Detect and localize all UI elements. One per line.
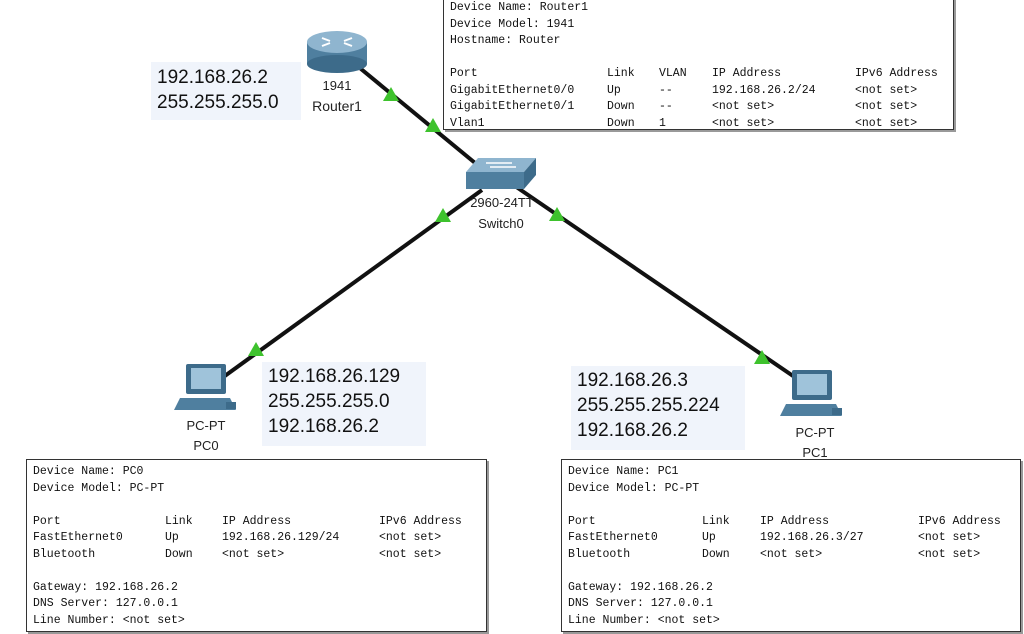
router-info-popup: Device Name: Router1 Device Model: 1941 …	[443, 0, 954, 130]
router-mask: 255.255.255.0	[157, 92, 279, 113]
popup-line-number: Line Number: <not set>	[568, 613, 720, 627]
popup-table-row: GigabitEthernet0/0 Up -- 192.168.26.2/24…	[450, 83, 918, 97]
popup-device-name: Device Name: Router1	[450, 1, 589, 14]
pc1-ip-note: 192.168.26.3 255.255.255.224 192.168.26.…	[571, 366, 745, 450]
popup-table-header: Port Link IP Address IPv6 Address	[568, 514, 1001, 528]
switch-name-label: Switch0	[478, 216, 524, 231]
pc1-gateway: 192.168.26.2	[577, 420, 688, 441]
router-icon[interactable]	[307, 31, 367, 73]
popup-table-row: Vlan1 Down 1 <not set> <not set>	[450, 116, 918, 130]
router-name-label: Router1	[312, 98, 362, 114]
switch-icon[interactable]	[466, 158, 536, 189]
pc1-model-label: PC-PT	[795, 425, 835, 440]
pc0-gateway: 192.168.26.2	[268, 416, 379, 437]
popup-table-header: Port Link VLAN IP Address IPv6 Address	[450, 67, 938, 80]
pc1-info-popup: Device Name: PC1 Device Model: PC-PT Por…	[561, 459, 1021, 632]
popup-table-header: Port Link IP Address IPv6 Address	[33, 514, 462, 528]
popup-table-row: Bluetooth Down <not set> <not set>	[33, 547, 442, 561]
switch-model-label: 2960-24TT	[470, 195, 534, 210]
pc0-name-label: PC0	[193, 438, 219, 453]
popup-table-row: FastEthernet0 Up 192.168.26.129/24 <not …	[33, 531, 442, 544]
popup-device-model: Device Model: PC-PT	[33, 481, 165, 495]
router-ip: 192.168.26.2	[157, 67, 268, 88]
pc0-mask: 255.255.255.0	[268, 391, 390, 412]
popup-line-number: Line Number: <not set>	[33, 613, 185, 627]
router-ip-note: 192.168.26.2 255.255.255.0	[151, 62, 301, 120]
popup-gateway: Gateway: 192.168.26.2	[568, 580, 713, 594]
pc0-info-popup: Device Name: PC0 Device Model: PC-PT Por…	[26, 459, 487, 632]
popup-dns: DNS Server: 127.0.0.1	[568, 597, 713, 610]
popup-device-name: Device Name: PC0	[33, 465, 144, 478]
pc0-ip: 192.168.26.129	[268, 366, 401, 387]
pc-icon[interactable]	[780, 370, 842, 416]
popup-device-name: Device Name: PC1	[568, 465, 679, 478]
popup-hostname: Hostname: Router	[450, 34, 561, 47]
popup-device-model: Device Model: PC-PT	[568, 481, 700, 495]
pc-icon[interactable]	[174, 364, 236, 410]
popup-table-row: FastEthernet0 Up 192.168.26.3/27 <not se…	[568, 531, 981, 544]
pc1-ip: 192.168.26.3	[577, 370, 688, 391]
pc1-name-label: PC1	[802, 445, 828, 460]
popup-gateway: Gateway: 192.168.26.2	[33, 580, 178, 594]
popup-device-model: Device Model: 1941	[450, 17, 575, 31]
popup-table-row: Bluetooth Down <not set> <not set>	[568, 547, 981, 561]
pc0-model-label: PC-PT	[186, 418, 226, 433]
router-model-label: 1941	[322, 78, 352, 93]
pc1-mask: 255.255.255.224	[577, 395, 720, 416]
pc0-ip-note: 192.168.26.129 255.255.255.0 192.168.26.…	[262, 362, 426, 446]
popup-dns: DNS Server: 127.0.0.1	[33, 597, 178, 610]
popup-table-row: GigabitEthernet0/1 Down -- <not set> <no…	[450, 100, 918, 113]
